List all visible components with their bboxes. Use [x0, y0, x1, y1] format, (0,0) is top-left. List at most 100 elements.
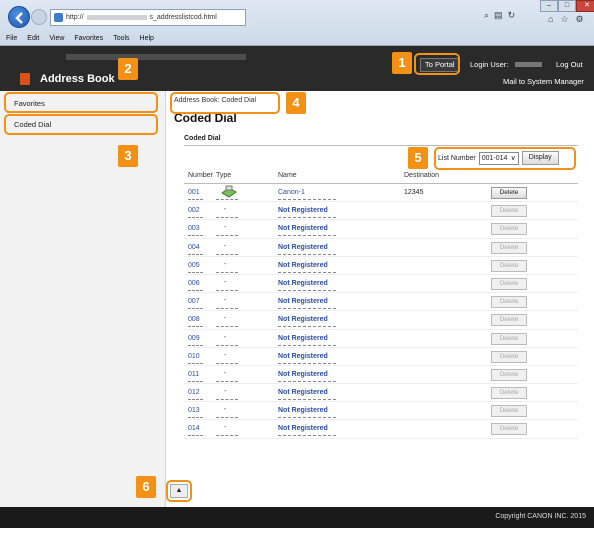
- entry-type: -: [224, 260, 227, 268]
- type-underline: [216, 399, 238, 401]
- login-user-redacted: [515, 62, 542, 67]
- delete-button: Delete: [491, 296, 527, 309]
- url-prefix: http://: [66, 14, 84, 21]
- entry-name-link[interactable]: Not Registered: [278, 207, 336, 219]
- back-arrow-icon: [15, 12, 23, 24]
- delete-button: Delete: [491, 368, 527, 381]
- delete-button: Delete: [491, 332, 527, 345]
- back-button[interactable]: [8, 6, 30, 28]
- entry-type: -: [224, 424, 227, 432]
- entry-name-link[interactable]: Not Registered: [278, 225, 336, 237]
- delete-button: Delete: [491, 387, 527, 400]
- table-row: 012 - Not Registered Delete: [184, 384, 578, 403]
- table-row: 014 - Not Registered Delete: [184, 420, 578, 439]
- table-row: 005 - Not Registered Delete: [184, 257, 578, 275]
- favorites-star-icon[interactable]: ☆: [560, 14, 568, 25]
- entry-number-link[interactable]: 009: [188, 335, 203, 346]
- url-redacted: [86, 15, 147, 20]
- entry-name-link[interactable]: Not Registered: [278, 425, 336, 437]
- refresh-icon[interactable]: ↻: [508, 10, 516, 21]
- table-row: 002 - Not Registered Delete: [184, 202, 578, 221]
- type-underline: [216, 308, 238, 310]
- close-window-button[interactable]: ✕: [576, 0, 594, 12]
- address-bar[interactable]: http:// s_addresslistcod.html: [50, 9, 246, 26]
- menu-edit[interactable]: Edit: [27, 35, 39, 42]
- type-underline: [216, 362, 238, 364]
- coded-dial-table: Number Type Name Destination 001 Canon-1 1…: [184, 172, 578, 439]
- menu-favorites[interactable]: Favorites: [74, 35, 103, 42]
- table-row: 004 - Not Registered Delete: [184, 239, 578, 257]
- menu-help[interactable]: Help: [140, 35, 154, 42]
- highlight-top-button: [166, 480, 192, 502]
- entry-name-link[interactable]: Canon-1: [278, 189, 336, 200]
- col-destination: Destination: [404, 172, 440, 179]
- entry-number-link[interactable]: 011: [188, 371, 204, 382]
- address-book-icon: [20, 73, 30, 85]
- delete-button: Delete: [491, 350, 527, 363]
- menu-file[interactable]: File: [6, 35, 17, 42]
- delete-button: Delete: [491, 259, 527, 272]
- delete-button[interactable]: Delete: [491, 187, 527, 199]
- entry-name-link[interactable]: Not Registered: [278, 389, 336, 401]
- minimize-button[interactable]: –: [540, 0, 558, 12]
- entry-name-link[interactable]: Not Registered: [278, 316, 336, 328]
- copyright: Copyright CANON INC. 2015: [495, 513, 586, 520]
- entry-number-link[interactable]: 005: [188, 262, 203, 273]
- entry-number-link[interactable]: 007: [188, 298, 203, 310]
- type-underline: [216, 271, 238, 273]
- sidebar: Favorites Coded Dial: [0, 91, 166, 507]
- table-row: 001 Canon-1 12345 Delete: [184, 184, 578, 203]
- type-underline: [216, 435, 238, 437]
- entry-number-link[interactable]: 002: [188, 207, 203, 219]
- home-icon[interactable]: ⌂: [548, 14, 553, 25]
- entry-type: -: [224, 406, 227, 414]
- compat-view-icon[interactable]: ▤: [494, 10, 503, 21]
- entry-name-link[interactable]: Not Registered: [278, 298, 336, 310]
- entry-number-link[interactable]: 010: [188, 353, 203, 364]
- col-type: Type: [216, 172, 232, 179]
- entry-destination: 12345: [404, 189, 424, 196]
- mail-to-system-manager-link[interactable]: Mail to System Manager: [503, 77, 584, 86]
- logout-link[interactable]: Log Out: [556, 60, 583, 69]
- entry-name-link[interactable]: Not Registered: [278, 371, 336, 382]
- menu-tools[interactable]: Tools: [113, 35, 129, 42]
- entry-number-link[interactable]: 001: [188, 189, 203, 200]
- entry-name-link[interactable]: Not Registered: [278, 244, 336, 255]
- table-row: 007 - Not Registered Delete: [184, 293, 578, 312]
- entry-number-link[interactable]: 014: [188, 425, 203, 437]
- entry-name-link[interactable]: Not Registered: [278, 262, 336, 273]
- type-underline: [216, 344, 238, 346]
- entry-number-link[interactable]: 013: [188, 407, 203, 419]
- type-underline: [216, 289, 238, 291]
- divider: [184, 145, 578, 146]
- menu-view[interactable]: View: [49, 35, 64, 42]
- entry-number-link[interactable]: 003: [188, 225, 203, 237]
- search-icon[interactable]: ⌕: [484, 10, 489, 21]
- status-bar: [0, 528, 594, 538]
- maximize-button[interactable]: □: [558, 0, 576, 12]
- app-title: Address Book: [40, 73, 115, 85]
- type-underline: [216, 217, 238, 219]
- type-underline: [216, 380, 238, 382]
- gear-icon[interactable]: ⚙: [576, 14, 584, 25]
- col-name: Name: [278, 172, 297, 179]
- entry-number-link[interactable]: 008: [188, 316, 203, 328]
- forward-button[interactable]: [31, 9, 47, 25]
- delete-button: Delete: [491, 223, 527, 236]
- entry-number-link[interactable]: 004: [188, 244, 203, 255]
- entry-name-link[interactable]: Not Registered: [278, 280, 336, 291]
- delete-button: Delete: [491, 405, 527, 418]
- entry-name-link[interactable]: Not Registered: [278, 407, 336, 419]
- entry-name-link[interactable]: Not Registered: [278, 335, 336, 346]
- login-user-label: Login User:: [470, 60, 509, 69]
- entry-name-link[interactable]: Not Registered: [278, 353, 336, 364]
- entry-number-link[interactable]: 006: [188, 280, 203, 291]
- highlight-list-number: [434, 147, 576, 170]
- delete-button: Delete: [491, 205, 527, 218]
- entry-number-link[interactable]: 012: [188, 389, 203, 401]
- delete-button: Delete: [491, 314, 527, 327]
- type-underline: [216, 253, 238, 255]
- type-underline: [216, 235, 238, 237]
- highlight-favorites: [4, 92, 158, 113]
- footer: Copyright CANON INC. 2015: [0, 507, 594, 528]
